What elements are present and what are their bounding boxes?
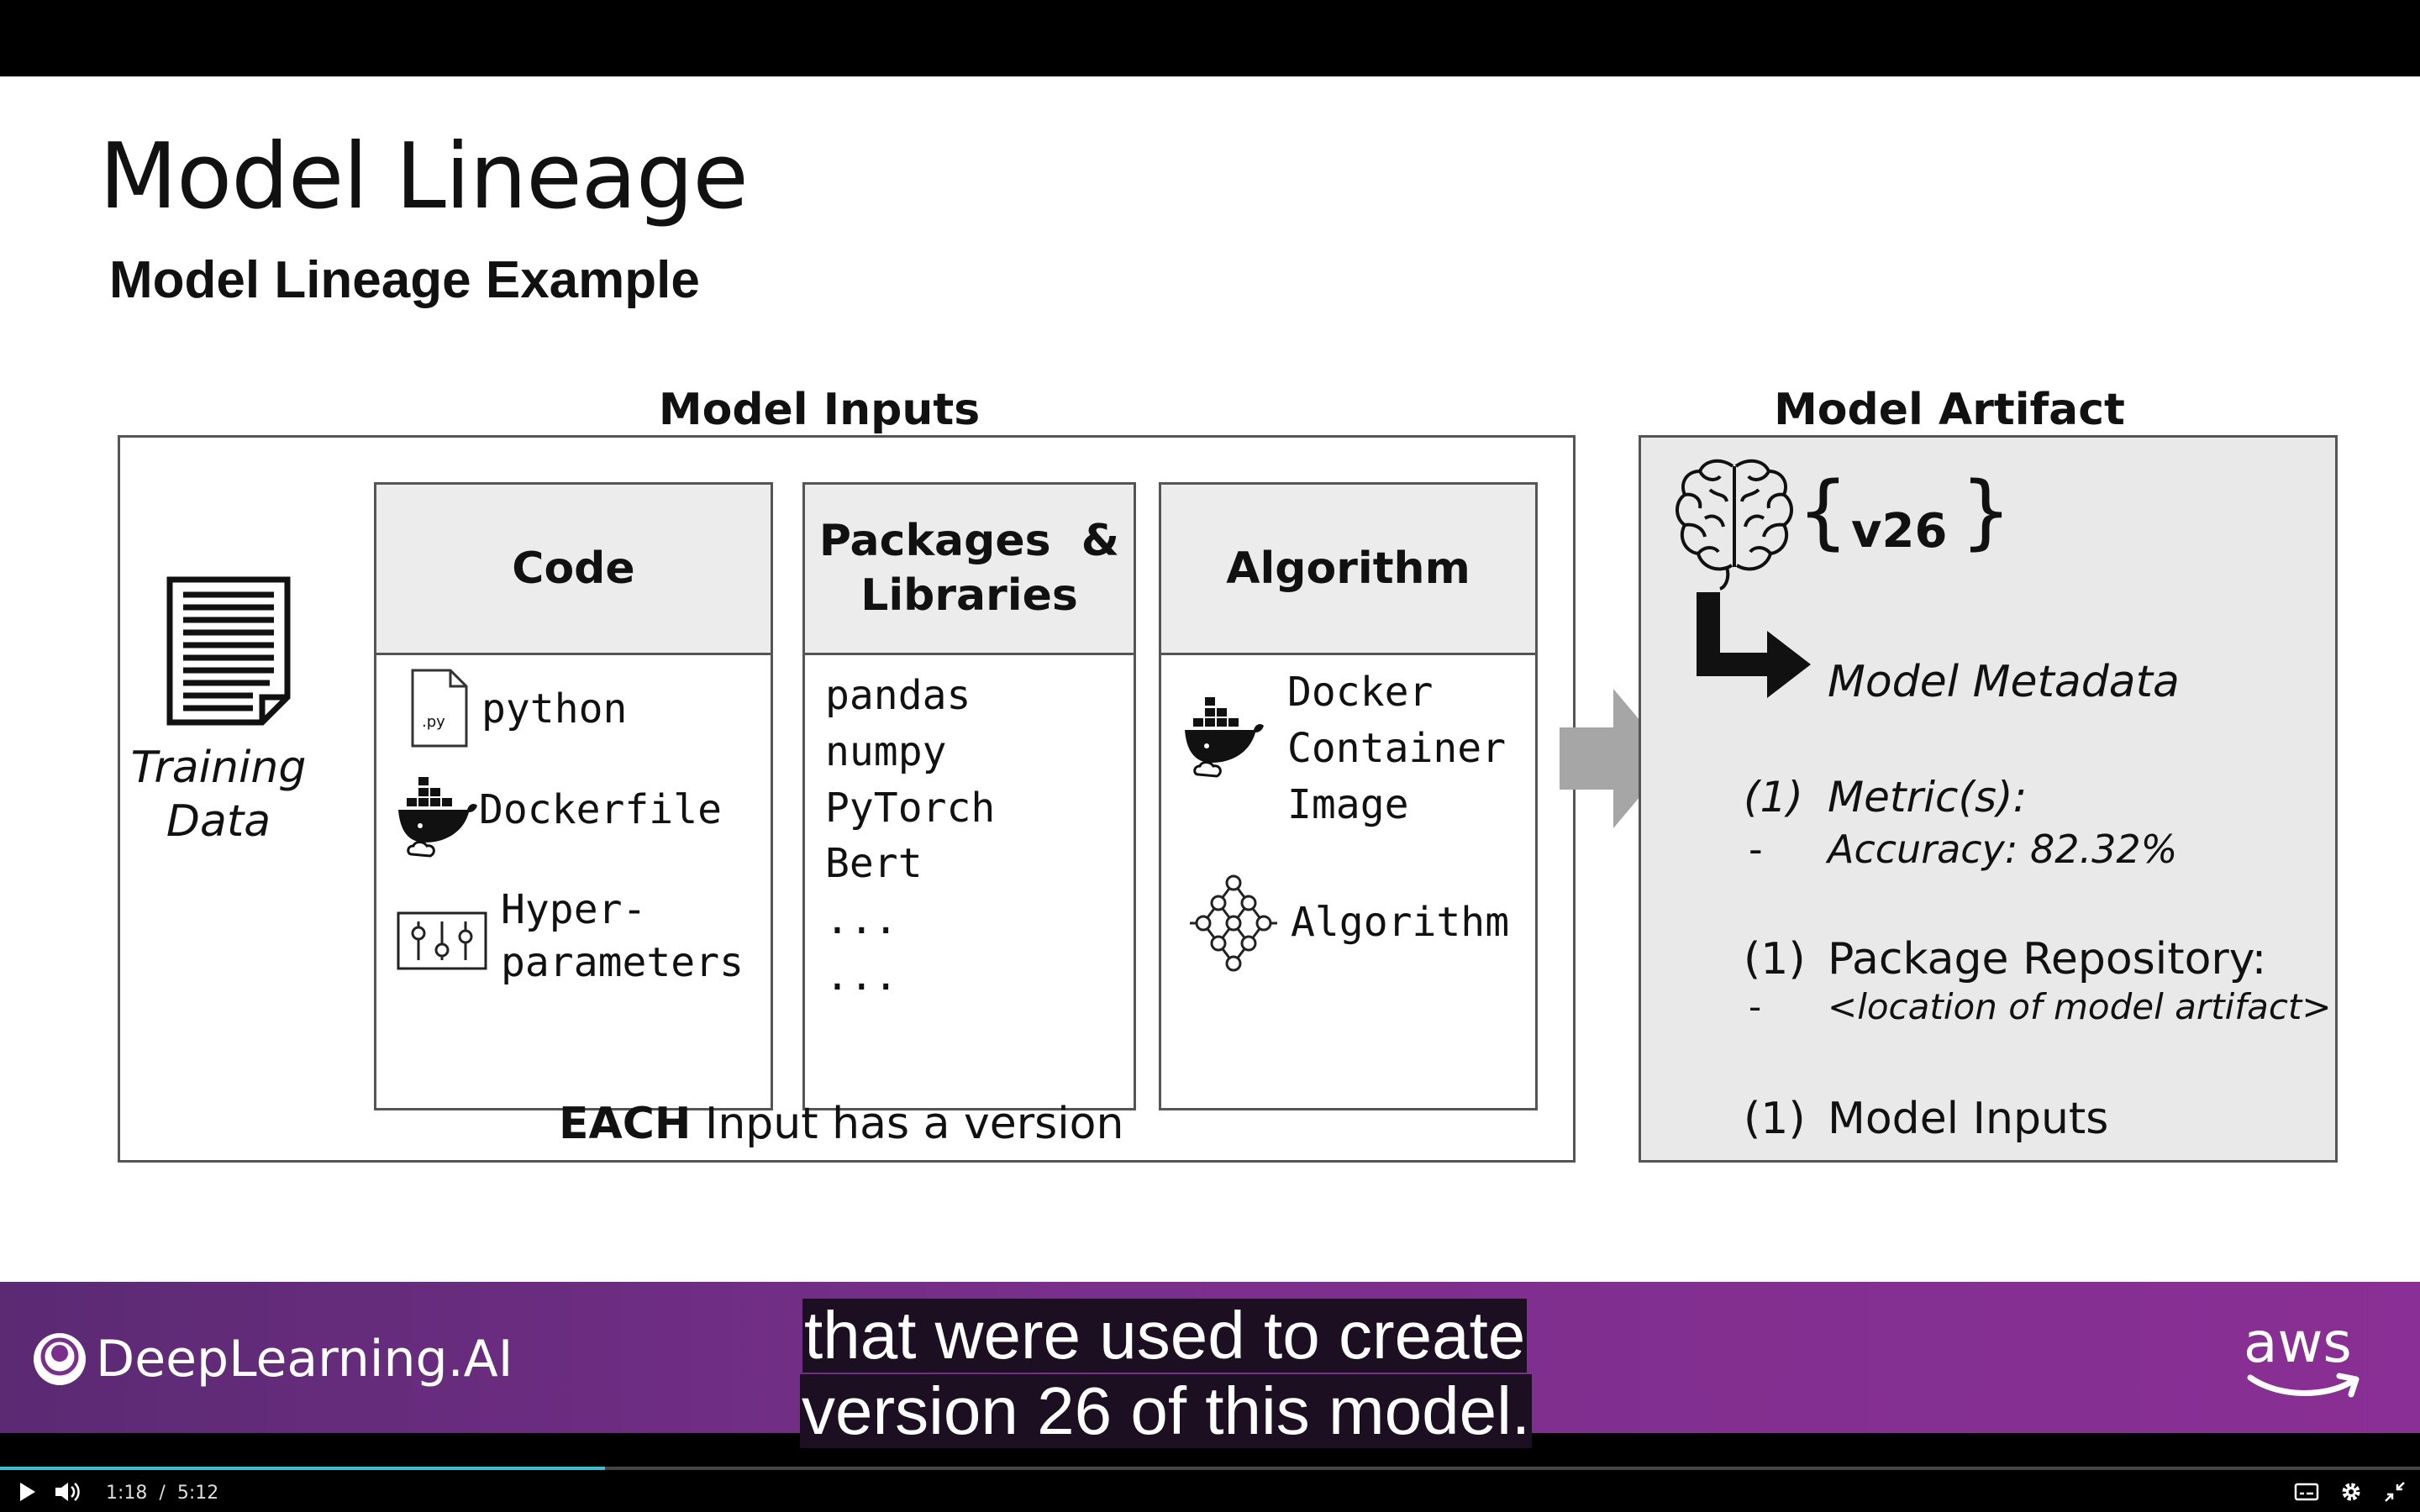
algorithm-header: Algorithm [1161,485,1535,655]
python-label: python [481,685,628,732]
time-separator: / [159,1483,166,1504]
play-button[interactable] [17,1480,39,1504]
footer-rest: Input has a version [691,1099,1124,1149]
caption-line-1: that were used to create [802,1298,1528,1373]
packages-header-line2: Libraries [860,570,1078,621]
package-item: numpy [825,728,947,775]
brace-close: } [1960,465,2012,559]
packages-column: Packages & Libraries pandas numpy PyTorc… [802,482,1136,1110]
repo-dash: - [1749,986,1762,1027]
video-controls: 1:18 / 5:12 [0,1465,2420,1512]
brand-name: DeepLearning.AI [96,1330,513,1389]
model-inputs-heading: Model Inputs [658,385,981,435]
brain-icon [1671,456,1797,591]
inputs-number: (1) [1744,1094,1806,1144]
caption-line-2: version 26 of this model. [800,1373,1533,1448]
accuracy-value: Accuracy: 82.32% [1828,827,2178,872]
model-metadata-label: Model Metadata [1828,657,2180,707]
code-header: Code [376,485,771,655]
hyper-label-2: parameters [501,939,744,986]
docker-label-1: Docker [1287,669,1434,716]
sliders-icon [397,911,487,970]
package-repository-label: Package Repository: [1828,934,2267,984]
captions-button[interactable] [2294,1482,2319,1502]
progress-fill [0,1467,605,1470]
algorithm-graph-icon [1183,873,1284,974]
repo-number: (1) [1744,934,1806,984]
settings-button[interactable] [2339,1480,2363,1504]
gear-icon [2342,1483,2360,1501]
docker-whale-icon [1180,690,1267,783]
time-total: 5:12 [176,1483,219,1504]
model-inputs-label: Model Inputs [1828,1094,2109,1144]
artifact-location: <location of model artifact> [1828,986,2332,1027]
package-item: ... [825,896,898,943]
metric-number: (1) [1744,773,1803,822]
package-item: pandas [825,672,971,719]
packages-header-line1: Packages & [818,516,1120,566]
time-display: 1:18 / 5:12 [106,1483,218,1504]
progress-track[interactable] [0,1467,2420,1470]
deeplearning-logo-icon [32,1331,87,1387]
docker-label-3: Image [1287,781,1409,828]
docker-label-2: Container [1287,725,1507,772]
exit-fullscreen-icon [2385,1482,2405,1502]
brace-open: { [1797,465,1849,559]
training-data-line1: Training [130,743,307,793]
model-artifact-heading: Model Artifact [1774,385,2125,435]
package-item: PyTorch [825,785,996,832]
metrics-label: Metric(s): [1828,773,2028,822]
metric-dash: - [1749,827,1763,872]
packages-header: Packages & Libraries [805,485,1134,655]
arrow-down-right-icon [1697,592,1811,698]
inputs-footer: EACH Input has a version [559,1102,1123,1146]
video-frame-slide: Model Lineage Model Lineage Example Mode… [0,76,2420,1282]
play-icon [20,1483,35,1501]
volume-icon [55,1483,80,1501]
python-file-icon: .py [410,668,469,748]
document-icon [165,575,294,726]
algorithm-label: Algorithm [1291,899,1510,946]
model-artifact-box: { v26 } Model Metadata (1) Metric(s): - … [1639,435,2338,1163]
algorithm-column: Algorithm Docker Container Image Algorit… [1159,482,1538,1110]
training-data-line2: Data [166,796,271,847]
aws-smile-icon [2245,1369,2363,1403]
aws-logo: aws [2244,1310,2352,1375]
slide-title: Model Lineage [99,124,749,229]
volume-button[interactable] [54,1480,81,1504]
captions-icon [2294,1483,2319,1501]
py-badge: .py [422,713,445,731]
package-item: Bert [825,840,923,887]
dockerfile-label: Dockerfile [479,786,722,833]
docker-whale-icon [395,770,479,863]
exit-fullscreen-button[interactable] [2383,1480,2407,1504]
slide-subtitle: Model Lineage Example [109,251,700,309]
training-data-label: Training Data [126,741,311,848]
package-item: ... [825,953,898,1000]
hyper-label-1: Hyper- [501,886,647,933]
footer-each: EACH [559,1099,692,1149]
version-label: v26 [1851,504,1948,559]
code-column: Code .py python Dockerfile Hyper- parame… [374,482,773,1110]
time-current: 1:18 [106,1483,148,1504]
